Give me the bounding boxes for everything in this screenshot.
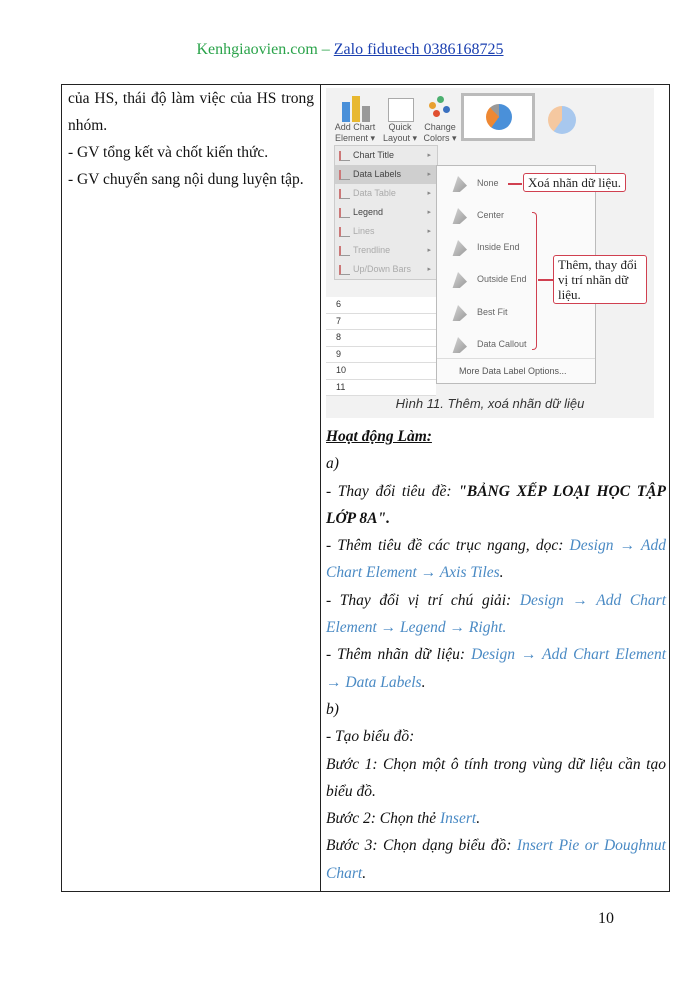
paragraph: - GV tổng kết và chốt kiến thức.: [68, 144, 269, 161]
change-colors-icon: [429, 96, 451, 118]
row-number: 7: [326, 313, 436, 330]
submenu-item-data-callout: Data Callout: [477, 339, 527, 349]
callout-remove-labels: Xoá nhãn dữ liệu.: [523, 173, 626, 192]
menu-path: Insert: [440, 810, 477, 828]
add-chart-element-button: Add Chart Element ▾: [334, 122, 376, 143]
menu-label: Up/Down Bars: [353, 264, 412, 274]
figure-caption: Hình 11. Thêm, xoá nhãn dữ liệu: [395, 396, 585, 411]
left-column: của HS, thái độ làm việc của HS trong nh…: [68, 85, 314, 193]
up-down-bars-icon: [339, 265, 350, 275]
row-number: 8: [326, 330, 436, 347]
chart-style-thumbnail-2: [548, 106, 576, 134]
center-icon: [452, 208, 467, 224]
menu-item-trendline: Trendline ▸: [335, 241, 437, 260]
menu-item-legend: Legend ▸: [335, 203, 437, 222]
paragraph: - GV chuyển sang nội dung luyện tập.: [68, 171, 304, 188]
more-data-label-options: More Data Label Options...: [459, 366, 567, 376]
menu-item-data-table: Data Table ▸: [335, 184, 437, 203]
best-fit-icon: [452, 305, 467, 321]
add-chart-element-menu: Chart Title ▸ Data Labels ▸ Data Table ▸ Le…: [334, 145, 438, 280]
step-3: Bước 3: Chọn dạng biểu đồ: Insert Pie or…: [326, 837, 666, 882]
data-labels-icon: [339, 170, 350, 180]
inside-end-icon: [452, 240, 467, 256]
step-change-title: - Thay đổi tiêu đề: "BẢNG XẾP LOẠI HỌC T…: [326, 482, 666, 527]
step-2: Bước 2: Chọn thẻ Insert.: [326, 810, 481, 828]
callout-add-labels: Thêm, thay đổi vị trí nhãn dữ liệu.: [553, 255, 647, 304]
site-name: Kenhgiaovien.com –: [196, 41, 334, 58]
menu-item-data-labels: Data Labels ▸: [335, 165, 437, 184]
menu-label: Legend: [353, 207, 384, 217]
row-number: 9: [326, 346, 436, 363]
outside-end-icon: [452, 272, 467, 288]
menu-label: Lines: [353, 226, 375, 236]
arrow-icon: [538, 279, 553, 281]
section-heading: Hoạt động Làm:: [326, 428, 432, 445]
menu-label: Chart Title: [353, 150, 395, 160]
step-legend: - Thay đổi vị trí chú giải: Design → Add…: [326, 591, 666, 637]
data-table-icon: [339, 189, 350, 199]
content-table: của HS, thái độ làm việc của HS trong nh…: [61, 84, 670, 892]
submenu-item-none: None: [477, 178, 499, 188]
legend-icon: [339, 208, 350, 218]
trendline-icon: [339, 246, 350, 256]
menu-label: Trendline: [353, 245, 391, 255]
quick-layout-button: Quick Layout ▾: [382, 122, 418, 143]
column-divider: [320, 85, 321, 891]
menu-item-chart-title: Chart Title ▸: [335, 146, 437, 165]
menu-label: Data Table: [353, 188, 396, 198]
quick-layout-icon: [388, 98, 414, 122]
step-1: Bước 1: Chọn một ô tính trong vùng dữ li…: [326, 755, 666, 800]
bracket: [532, 212, 537, 350]
data-callout-icon: [452, 337, 467, 353]
step-axis-titles: - Thêm tiêu đề các trục ngang, dọc: Desi…: [326, 537, 666, 582]
part-a-label: a): [326, 455, 339, 473]
menu-item-lines: Lines ▸: [335, 222, 437, 241]
document-page: Kenhgiaovien.com – Zalo fidutech 0386168…: [0, 0, 700, 990]
submenu-item-best-fit: Best Fit: [477, 307, 508, 317]
row-number: 6: [326, 297, 436, 314]
change-colors-button: Change Colors ▾: [423, 122, 457, 143]
create-chart: - Tạo biểu đồ:: [326, 728, 415, 746]
submenu-item-outside-end: Outside End: [477, 274, 527, 284]
row-number: 11: [326, 379, 436, 396]
menu-item-up-down-bars: Up/Down Bars ▸: [335, 260, 437, 279]
figure-11: Add Chart Element ▾ Quick Layout ▾ Chang…: [326, 88, 654, 418]
page-header: Kenhgiaovien.com – Zalo fidutech 0386168…: [0, 41, 700, 59]
paragraph: của HS, thái độ làm việc của HS trong nh…: [68, 90, 314, 134]
chart-style-thumbnail: [461, 93, 535, 141]
row-headers: 6 7 8 9 10 11: [326, 288, 436, 396]
lines-icon: [339, 227, 350, 237]
right-column: Hoạt động Làm: a) - Thay đổi tiêu đề: "B…: [326, 423, 666, 887]
none-icon: [452, 176, 467, 192]
chart-title-icon: [339, 151, 350, 161]
arrow-icon: [508, 183, 522, 185]
menu-label: Data Labels: [353, 169, 402, 179]
step-data-labels: - Thêm nhãn dữ liệu: Design → Add Chart …: [326, 646, 666, 691]
row-number: 10: [326, 363, 436, 380]
contact-link[interactable]: Zalo fidutech 0386168725: [334, 41, 504, 58]
add-chart-icon: [338, 96, 374, 122]
submenu-item-center: Center: [477, 210, 505, 220]
part-b-label: b): [326, 700, 339, 718]
page-number: 10: [598, 910, 614, 927]
submenu-item-inside-end: Inside End: [477, 242, 520, 252]
